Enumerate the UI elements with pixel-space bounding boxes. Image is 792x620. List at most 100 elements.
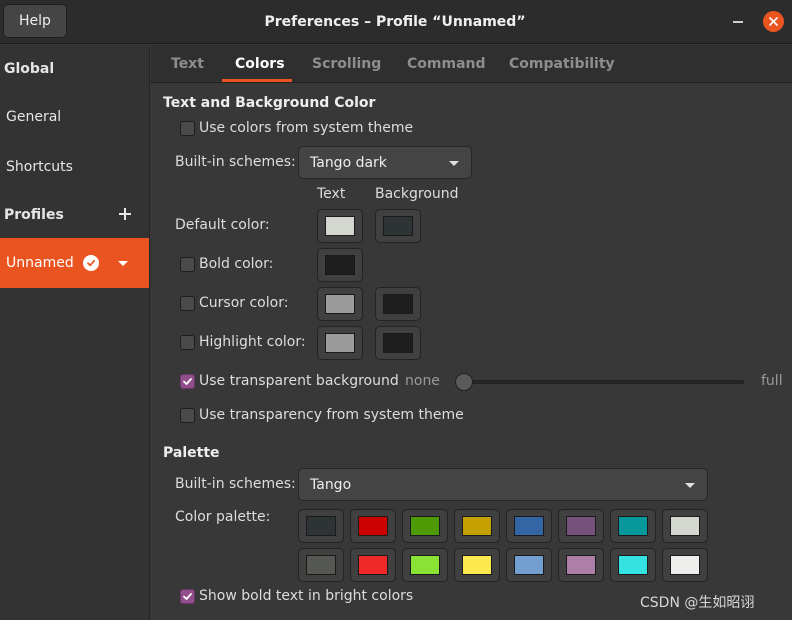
- profile-menu-button[interactable]: [114, 253, 132, 273]
- bold-bright-checkbox[interactable]: [180, 589, 195, 604]
- palette-color-button[interactable]: [558, 548, 604, 582]
- builtin-schemes-select[interactable]: Tango dark: [298, 146, 472, 179]
- palette-color-button[interactable]: [610, 548, 656, 582]
- palette-builtin-schemes-select[interactable]: Tango: [298, 468, 708, 501]
- cursor-color-label: Cursor color:: [199, 295, 289, 311]
- use-system-colors-checkbox[interactable]: [180, 121, 195, 136]
- palette-color-button[interactable]: [298, 509, 344, 543]
- tab-bar: Text Colors Scrolling Command Compatibil…: [151, 45, 792, 83]
- active-tab-indicator: [222, 79, 292, 82]
- section-title-palette: Palette: [163, 445, 220, 461]
- color-swatch: [325, 294, 355, 314]
- bold-color-button[interactable]: [317, 248, 363, 282]
- color-swatch: [514, 516, 544, 536]
- check-icon: [183, 378, 192, 385]
- header-bar: Help Preferences – Profile “Unnamed”: [0, 0, 792, 44]
- sidebar: Global General Shortcuts Profiles Unname…: [0, 45, 150, 620]
- palette-color-button[interactable]: [610, 509, 656, 543]
- window-title: Preferences – Profile “Unnamed”: [264, 14, 526, 30]
- color-swatch: [358, 516, 388, 536]
- close-icon: [769, 17, 778, 26]
- sidebar-item-profile-unnamed[interactable]: Unnamed: [0, 238, 149, 288]
- transparency-system-label: Use transparency from system theme: [199, 407, 464, 423]
- chevron-down-icon: [118, 260, 128, 266]
- palette-color-button[interactable]: [506, 509, 552, 543]
- default-text-color-button[interactable]: [317, 209, 363, 243]
- minimize-icon: [733, 21, 743, 23]
- palette-builtin-schemes-label: Built-in schemes:: [175, 476, 296, 492]
- chevron-down-icon: [449, 161, 459, 166]
- color-swatch: [358, 555, 388, 575]
- highlight-foreground-color-button[interactable]: [317, 326, 363, 360]
- tab-command[interactable]: Command: [407, 45, 486, 83]
- section-title-text-background: Text and Background Color: [163, 95, 376, 111]
- palette-color-button[interactable]: [350, 548, 396, 582]
- bold-color-label: Bold color:: [199, 256, 274, 272]
- color-swatch: [383, 333, 413, 353]
- builtin-schemes-label: Built-in schemes:: [175, 154, 296, 170]
- palette-color-button[interactable]: [454, 509, 500, 543]
- transparency-slider-track[interactable]: [465, 380, 744, 384]
- color-palette-label: Color palette:: [175, 509, 271, 525]
- transparency-slider-knob[interactable]: [455, 373, 473, 391]
- color-swatch: [383, 216, 413, 236]
- color-swatch: [618, 555, 648, 575]
- tab-colors[interactable]: Colors: [235, 45, 285, 83]
- tab-text[interactable]: Text: [171, 45, 204, 83]
- sidebar-item-label: General: [6, 109, 62, 125]
- profile-name: Unnamed: [6, 255, 74, 271]
- bold-bright-label: Show bold text in bright colors: [199, 588, 414, 604]
- default-background-color-button[interactable]: [375, 209, 421, 243]
- color-swatch: [566, 555, 596, 575]
- color-swatch: [383, 294, 413, 314]
- close-button[interactable]: [763, 11, 784, 32]
- color-swatch: [462, 555, 492, 575]
- palette-color-button[interactable]: [662, 548, 708, 582]
- highlight-color-checkbox[interactable]: [180, 335, 195, 350]
- transparent-background-checkbox[interactable]: [180, 374, 195, 389]
- transparency-system-checkbox[interactable]: [180, 408, 195, 423]
- sidebar-item-shortcuts[interactable]: Shortcuts: [0, 143, 149, 191]
- color-swatch: [670, 516, 700, 536]
- color-swatch: [325, 333, 355, 353]
- color-swatch: [325, 216, 355, 236]
- tab-compatibility[interactable]: Compatibility: [509, 45, 615, 83]
- palette-color-button[interactable]: [402, 548, 448, 582]
- highlight-background-color-button[interactable]: [375, 326, 421, 360]
- plus-icon[interactable]: [118, 207, 132, 221]
- palette-color-button[interactable]: [298, 548, 344, 582]
- chevron-down-icon: [685, 483, 695, 488]
- color-swatch: [306, 516, 336, 536]
- palette-color-button[interactable]: [662, 509, 708, 543]
- palette-color-button[interactable]: [402, 509, 448, 543]
- color-swatch: [306, 555, 336, 575]
- sidebar-heading-label: Profiles: [4, 207, 64, 223]
- builtin-schemes-value: Tango dark: [310, 154, 387, 171]
- slider-max-label: full: [761, 373, 783, 389]
- tab-scrolling[interactable]: Scrolling: [312, 45, 381, 83]
- sidebar-heading-global: Global: [0, 45, 149, 93]
- cursor-background-color-button[interactable]: [375, 287, 421, 321]
- cursor-color-checkbox[interactable]: [180, 296, 195, 311]
- check-circle-icon: [83, 255, 99, 271]
- sidebar-item-label: Shortcuts: [6, 159, 73, 175]
- bold-color-checkbox[interactable]: [180, 257, 195, 272]
- check-icon: [183, 593, 192, 600]
- minimize-button[interactable]: [726, 10, 750, 34]
- color-swatch: [514, 555, 544, 575]
- cursor-foreground-color-button[interactable]: [317, 287, 363, 321]
- color-swatch: [462, 516, 492, 536]
- palette-color-button[interactable]: [558, 509, 604, 543]
- color-swatch: [566, 516, 596, 536]
- sidebar-item-general[interactable]: General: [0, 93, 149, 141]
- sidebar-heading-profiles: Profiles: [0, 191, 149, 239]
- highlight-color-label: Highlight color:: [199, 334, 306, 350]
- color-swatch: [410, 555, 440, 575]
- color-swatch: [670, 555, 700, 575]
- transparent-background-label: Use transparent background: [199, 373, 399, 389]
- palette-color-button[interactable]: [506, 548, 552, 582]
- default-color-label: Default color:: [175, 217, 270, 233]
- palette-color-button[interactable]: [454, 548, 500, 582]
- palette-color-button[interactable]: [350, 509, 396, 543]
- use-system-colors-label: Use colors from system theme: [199, 120, 414, 136]
